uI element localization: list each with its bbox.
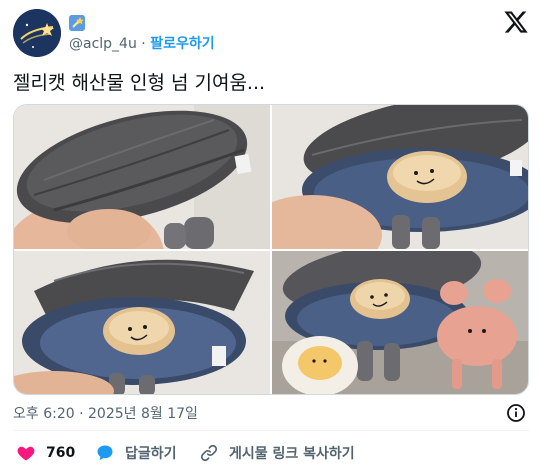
link-icon: [200, 444, 218, 462]
speech-bubble-icon: [97, 445, 113, 461]
photo-3[interactable]: [14, 251, 270, 394]
user-handle[interactable]: @aclp_4u: [69, 36, 137, 52]
copy-link-button[interactable]: 게시물 링크 복사하기: [199, 440, 355, 466]
user-meta: @aclp_4u · 팔로우하기: [69, 13, 215, 53]
media-grid[interactable]: [13, 104, 529, 395]
star-emoji-icon: [69, 15, 85, 31]
x-logo-icon[interactable]: [503, 9, 529, 35]
timestamp[interactable]: 오후 6:20 · 2025년 8월 17일: [13, 406, 198, 422]
like-count: 760: [46, 445, 76, 461]
handle-separator: ·: [141, 36, 146, 52]
tweet-header: @aclp_4u · 팔로우하기: [13, 9, 529, 59]
follow-button[interactable]: 팔로우하기: [150, 36, 214, 52]
copy-link-label: 게시물 링크 복사하기: [229, 446, 355, 462]
handle-row: @aclp_4u · 팔로우하기: [69, 35, 215, 53]
avatar[interactable]: [13, 9, 61, 57]
display-name[interactable]: [69, 13, 215, 33]
heart-icon: [17, 446, 35, 461]
photo-2[interactable]: [272, 105, 528, 249]
divider: [13, 430, 529, 431]
tweet-text: 젤리캣 해산물 인형 넘 기여움...: [13, 72, 266, 94]
action-bar: 760 답글하기 게시물 링크 복사하기: [13, 440, 529, 466]
like-button[interactable]: 760: [16, 440, 75, 466]
reply-label: 답글하기: [125, 446, 177, 462]
info-icon[interactable]: [506, 403, 526, 423]
reply-button[interactable]: 답글하기: [95, 440, 177, 466]
photo-1[interactable]: [14, 105, 270, 249]
timestamp-row: 오후 6:20 · 2025년 8월 17일: [13, 403, 529, 423]
photo-4[interactable]: [272, 251, 528, 394]
